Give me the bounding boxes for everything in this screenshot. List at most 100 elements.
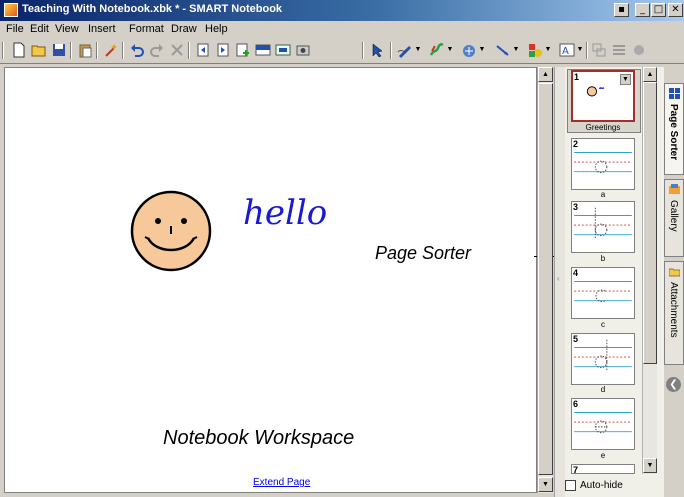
page-caption-5: d (600, 385, 606, 394)
pen-icon[interactable] (396, 41, 414, 59)
toolbar-separator (390, 42, 392, 59)
menu-draw[interactable]: Draw (171, 23, 197, 35)
toolbar-separator (96, 42, 98, 59)
sorter-scroll-down-button[interactable]: ▼ (643, 458, 657, 473)
line-dropdown-icon[interactable]: ▼ (512, 41, 520, 59)
add-page-icon[interactable] (234, 41, 252, 59)
menu-view[interactable]: View (55, 23, 79, 35)
page-6-preview (574, 411, 632, 434)
menu-file[interactable]: File (6, 23, 24, 35)
page-thumbnail-4[interactable]: 4 (571, 267, 635, 319)
new-page-icon[interactable] (10, 41, 28, 59)
page-caption-6: e (600, 451, 606, 460)
page-caption-4: c (601, 320, 605, 329)
panel-collapse-grip[interactable]: ‹ (555, 67, 565, 497)
auto-hide-checkbox-box[interactable] (565, 480, 576, 491)
tab-gallery[interactable]: Gallery (664, 179, 684, 257)
smiley-face-drawing[interactable] (130, 190, 212, 272)
page-caption-3: b (600, 254, 606, 263)
mdi-restore-button[interactable]: ▪ (614, 3, 629, 17)
extend-page-link[interactable]: Extend Page (253, 477, 310, 488)
tab-attachments[interactable]: Attachments (664, 261, 684, 365)
page-menu-dropdown-icon[interactable]: ▼ (620, 74, 631, 85)
toolbar-grip (2, 42, 4, 59)
page-thumbnail-3[interactable]: 3 (571, 201, 635, 253)
tab-gallery-label: Gallery (668, 200, 679, 232)
delete-icon[interactable] (168, 41, 186, 59)
properties-icon[interactable] (610, 41, 628, 59)
pen-dropdown-icon[interactable]: ▼ (414, 41, 422, 59)
auto-hide-checkbox[interactable]: Auto-hide (565, 480, 623, 491)
page-thumbnail-5[interactable]: 5 (571, 333, 635, 385)
sorter-scroll-up-button[interactable]: ▲ (643, 67, 657, 82)
title-bar: Teaching With Notebook.xbk * - SMART Not… (0, 0, 684, 21)
undo-icon[interactable] (128, 41, 146, 59)
page-thumbnail-7[interactable]: 7 (571, 464, 635, 474)
sorter-scroll-thumb[interactable] (643, 82, 657, 364)
screen-shade-icon[interactable] (254, 41, 272, 59)
svg-text:A: A (562, 46, 569, 57)
tab-page-sorter-label: Page Sorter (668, 104, 679, 161)
toolbar-separator (122, 42, 124, 59)
maximize-button[interactable]: □ (651, 3, 666, 17)
page-4-preview (574, 280, 632, 303)
full-screen-icon[interactable] (274, 41, 292, 59)
menu-bar: File Edit View Insert Format Draw Help (0, 21, 684, 38)
scroll-down-button[interactable]: ▼ (538, 477, 553, 492)
shapes-icon[interactable] (526, 41, 544, 59)
workspace-vertical-scrollbar[interactable]: ▲ ▼ (537, 67, 553, 493)
redo-icon[interactable] (148, 41, 166, 59)
save-icon[interactable] (50, 41, 68, 59)
table-icon[interactable] (590, 41, 608, 59)
paste-icon[interactable] (76, 41, 94, 59)
page-thumbnail-2[interactable]: 2 (571, 138, 635, 190)
attachments-icon (669, 268, 680, 277)
page-thumbnail-6[interactable]: 6 (571, 398, 635, 450)
menu-help[interactable]: Help (205, 23, 228, 35)
creative-pen-icon[interactable] (428, 41, 446, 59)
sorter-vertical-scrollbar[interactable]: ▲ ▼ (642, 67, 657, 474)
previous-page-icon[interactable] (194, 41, 212, 59)
select-arrow-icon[interactable] (368, 41, 386, 59)
next-page-icon[interactable] (214, 41, 232, 59)
page-sorter-callout-label: Page Sorter (375, 243, 472, 263)
eraser-dropdown-icon[interactable]: ▼ (478, 41, 486, 59)
shapes-dropdown-icon[interactable]: ▼ (544, 41, 552, 59)
toolbar-separator (362, 42, 364, 59)
side-tab-strip: Page Sorter Gallery Attachments ❮ (664, 67, 684, 497)
page-3-preview (574, 207, 632, 239)
tab-page-sorter[interactable]: Page Sorter (664, 83, 684, 175)
page-2-preview (574, 151, 632, 174)
page-sorter-panel: ‹ 1 ▼ Greetings 2 a 3 b 4 c 5 d 6 e 7 ▲ … (554, 67, 664, 497)
page-caption-2: a (600, 190, 606, 199)
scroll-thumb[interactable] (538, 83, 553, 475)
menu-insert[interactable]: Insert (88, 23, 116, 35)
close-button[interactable]: ✕ (668, 3, 683, 17)
more-tools-icon[interactable] (630, 41, 648, 59)
text-icon[interactable]: A (558, 41, 576, 59)
menu-format[interactable]: Format (129, 23, 164, 35)
capture-icon[interactable] (294, 41, 312, 59)
toolbar-separator (70, 42, 72, 59)
open-file-icon[interactable] (30, 41, 48, 59)
notebook-workspace[interactable]: hello Page Sorter Notebook Workspace Ext… (4, 67, 560, 493)
gallery-icon (669, 184, 680, 194)
menu-edit[interactable]: Edit (30, 23, 49, 35)
workspace-label: Notebook Workspace (163, 427, 355, 449)
magic-pen-icon[interactable] (102, 41, 120, 59)
page-sorter-icon (669, 88, 680, 99)
page-thumbnail-1[interactable]: 1 ▼ (571, 70, 635, 122)
eraser-icon[interactable] (460, 41, 478, 59)
creative-pen-dropdown-icon[interactable]: ▼ (446, 41, 454, 59)
hello-handwriting[interactable]: hello (241, 190, 331, 235)
minimize-button[interactable]: _ (635, 3, 650, 17)
page-caption-1: Greetings (585, 123, 621, 132)
toolbar-separator (188, 42, 190, 59)
page-5-preview (574, 339, 632, 371)
scroll-up-button[interactable]: ▲ (538, 67, 553, 82)
text-dropdown-icon[interactable]: ▼ (576, 41, 584, 59)
back-arrow-icon[interactable]: ❮ (666, 377, 681, 392)
toolbar-separator (586, 42, 588, 59)
line-icon[interactable] (494, 41, 512, 59)
smart-notebook-app-icon (4, 3, 18, 17)
